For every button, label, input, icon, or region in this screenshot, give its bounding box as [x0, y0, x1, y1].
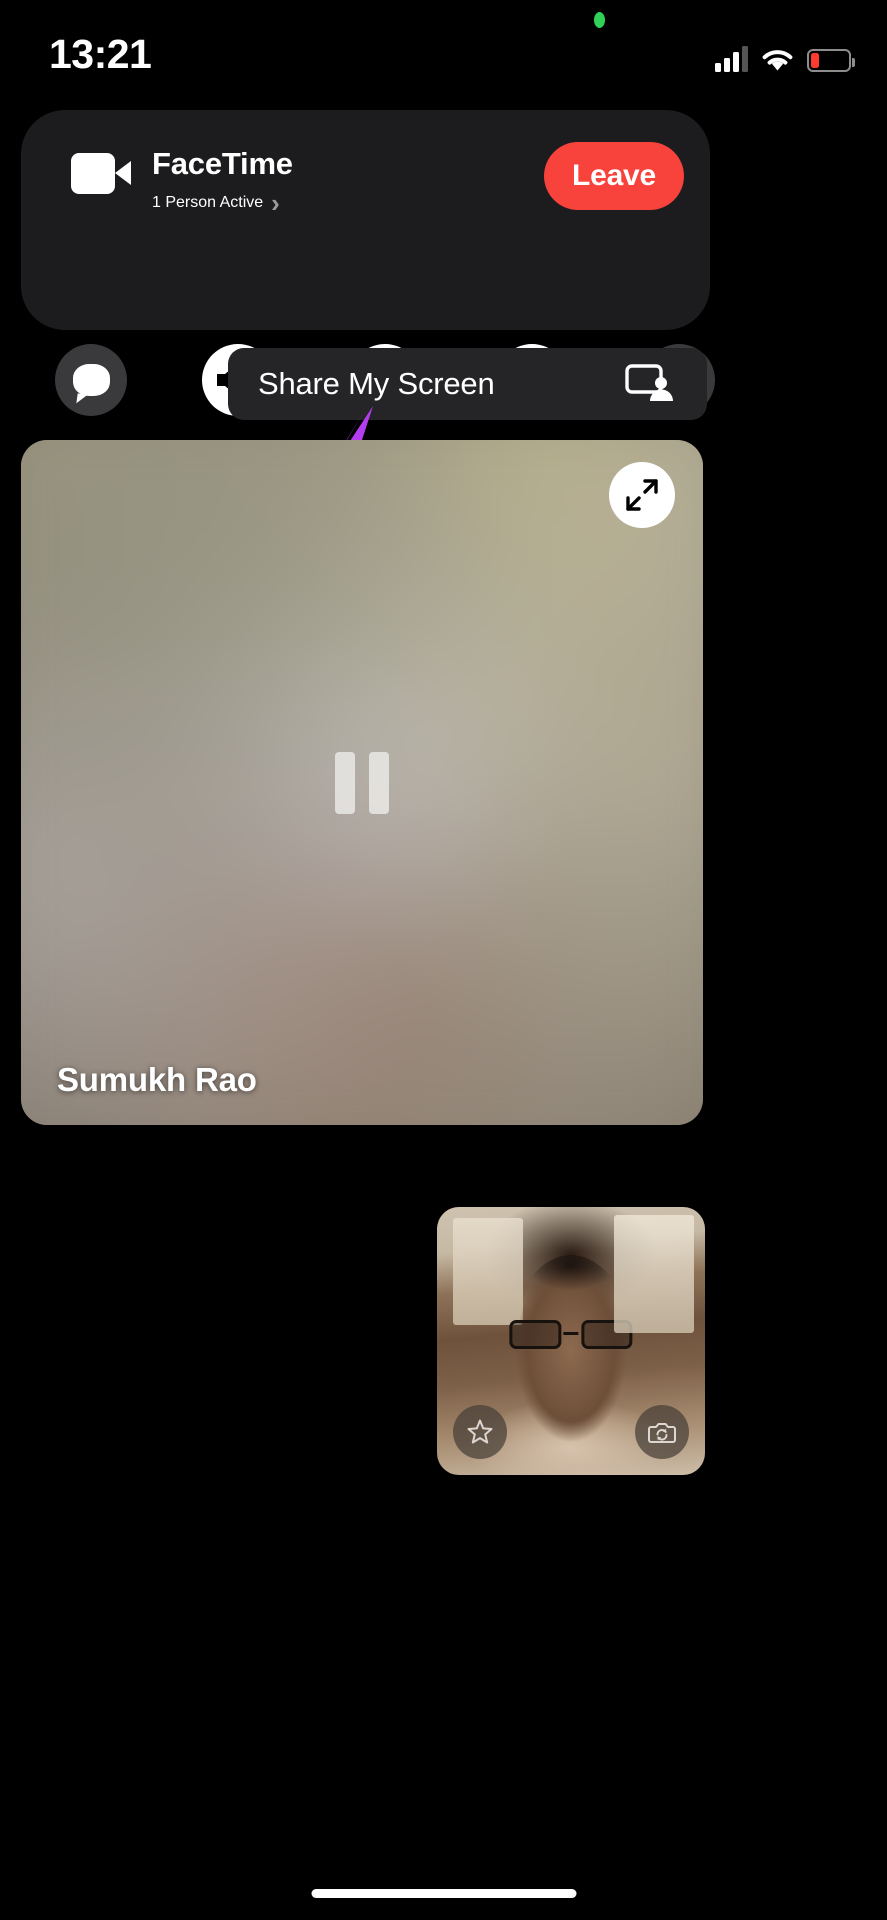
video-effects-button[interactable] [453, 1405, 507, 1459]
participant-name-label: Sumukh Rao [57, 1061, 257, 1098]
flip-camera-button[interactable] [635, 1405, 689, 1459]
facetime-title: FaceTime [152, 146, 293, 181]
share-my-screen-label: Share My Screen [258, 366, 495, 401]
screen-recording-indicator-icon [594, 12, 605, 28]
participants-status-link[interactable]: 1 Person Active › [152, 190, 280, 216]
home-indicator[interactable] [311, 1889, 576, 1898]
status-bar-time: 13:21 [49, 31, 152, 77]
self-view-video-tile[interactable] [437, 1207, 705, 1475]
leave-call-button[interactable]: Leave [544, 142, 684, 210]
participants-status-label: 1 Person Active [152, 194, 264, 211]
expand-arrows-icon [626, 479, 658, 511]
expand-video-button[interactable] [609, 462, 675, 528]
cellular-signal-icon [715, 46, 748, 72]
battery-low-icon [807, 49, 855, 72]
share-my-screen-menu-item[interactable]: Share My Screen [228, 348, 707, 420]
wifi-icon [761, 47, 794, 72]
messages-button[interactable] [55, 344, 127, 416]
status-bar: 13:21 [0, 0, 887, 100]
remote-participant-video-tile[interactable]: Sumukh Rao [21, 440, 703, 1125]
self-glasses [509, 1319, 633, 1350]
facetime-call-panel: FaceTime 1 Person Active › Leave [21, 110, 715, 416]
screen-share-icon [625, 362, 677, 407]
video-camera-icon [71, 153, 131, 194]
chat-bubble-icon [72, 364, 110, 396]
self-face [508, 1255, 634, 1454]
camera-flip-icon [648, 1423, 676, 1443]
status-bar-indicators [715, 40, 855, 72]
pause-icon [335, 751, 389, 814]
sparkle-star-icon [467, 1419, 493, 1444]
chevron-right-icon: › [271, 188, 280, 218]
